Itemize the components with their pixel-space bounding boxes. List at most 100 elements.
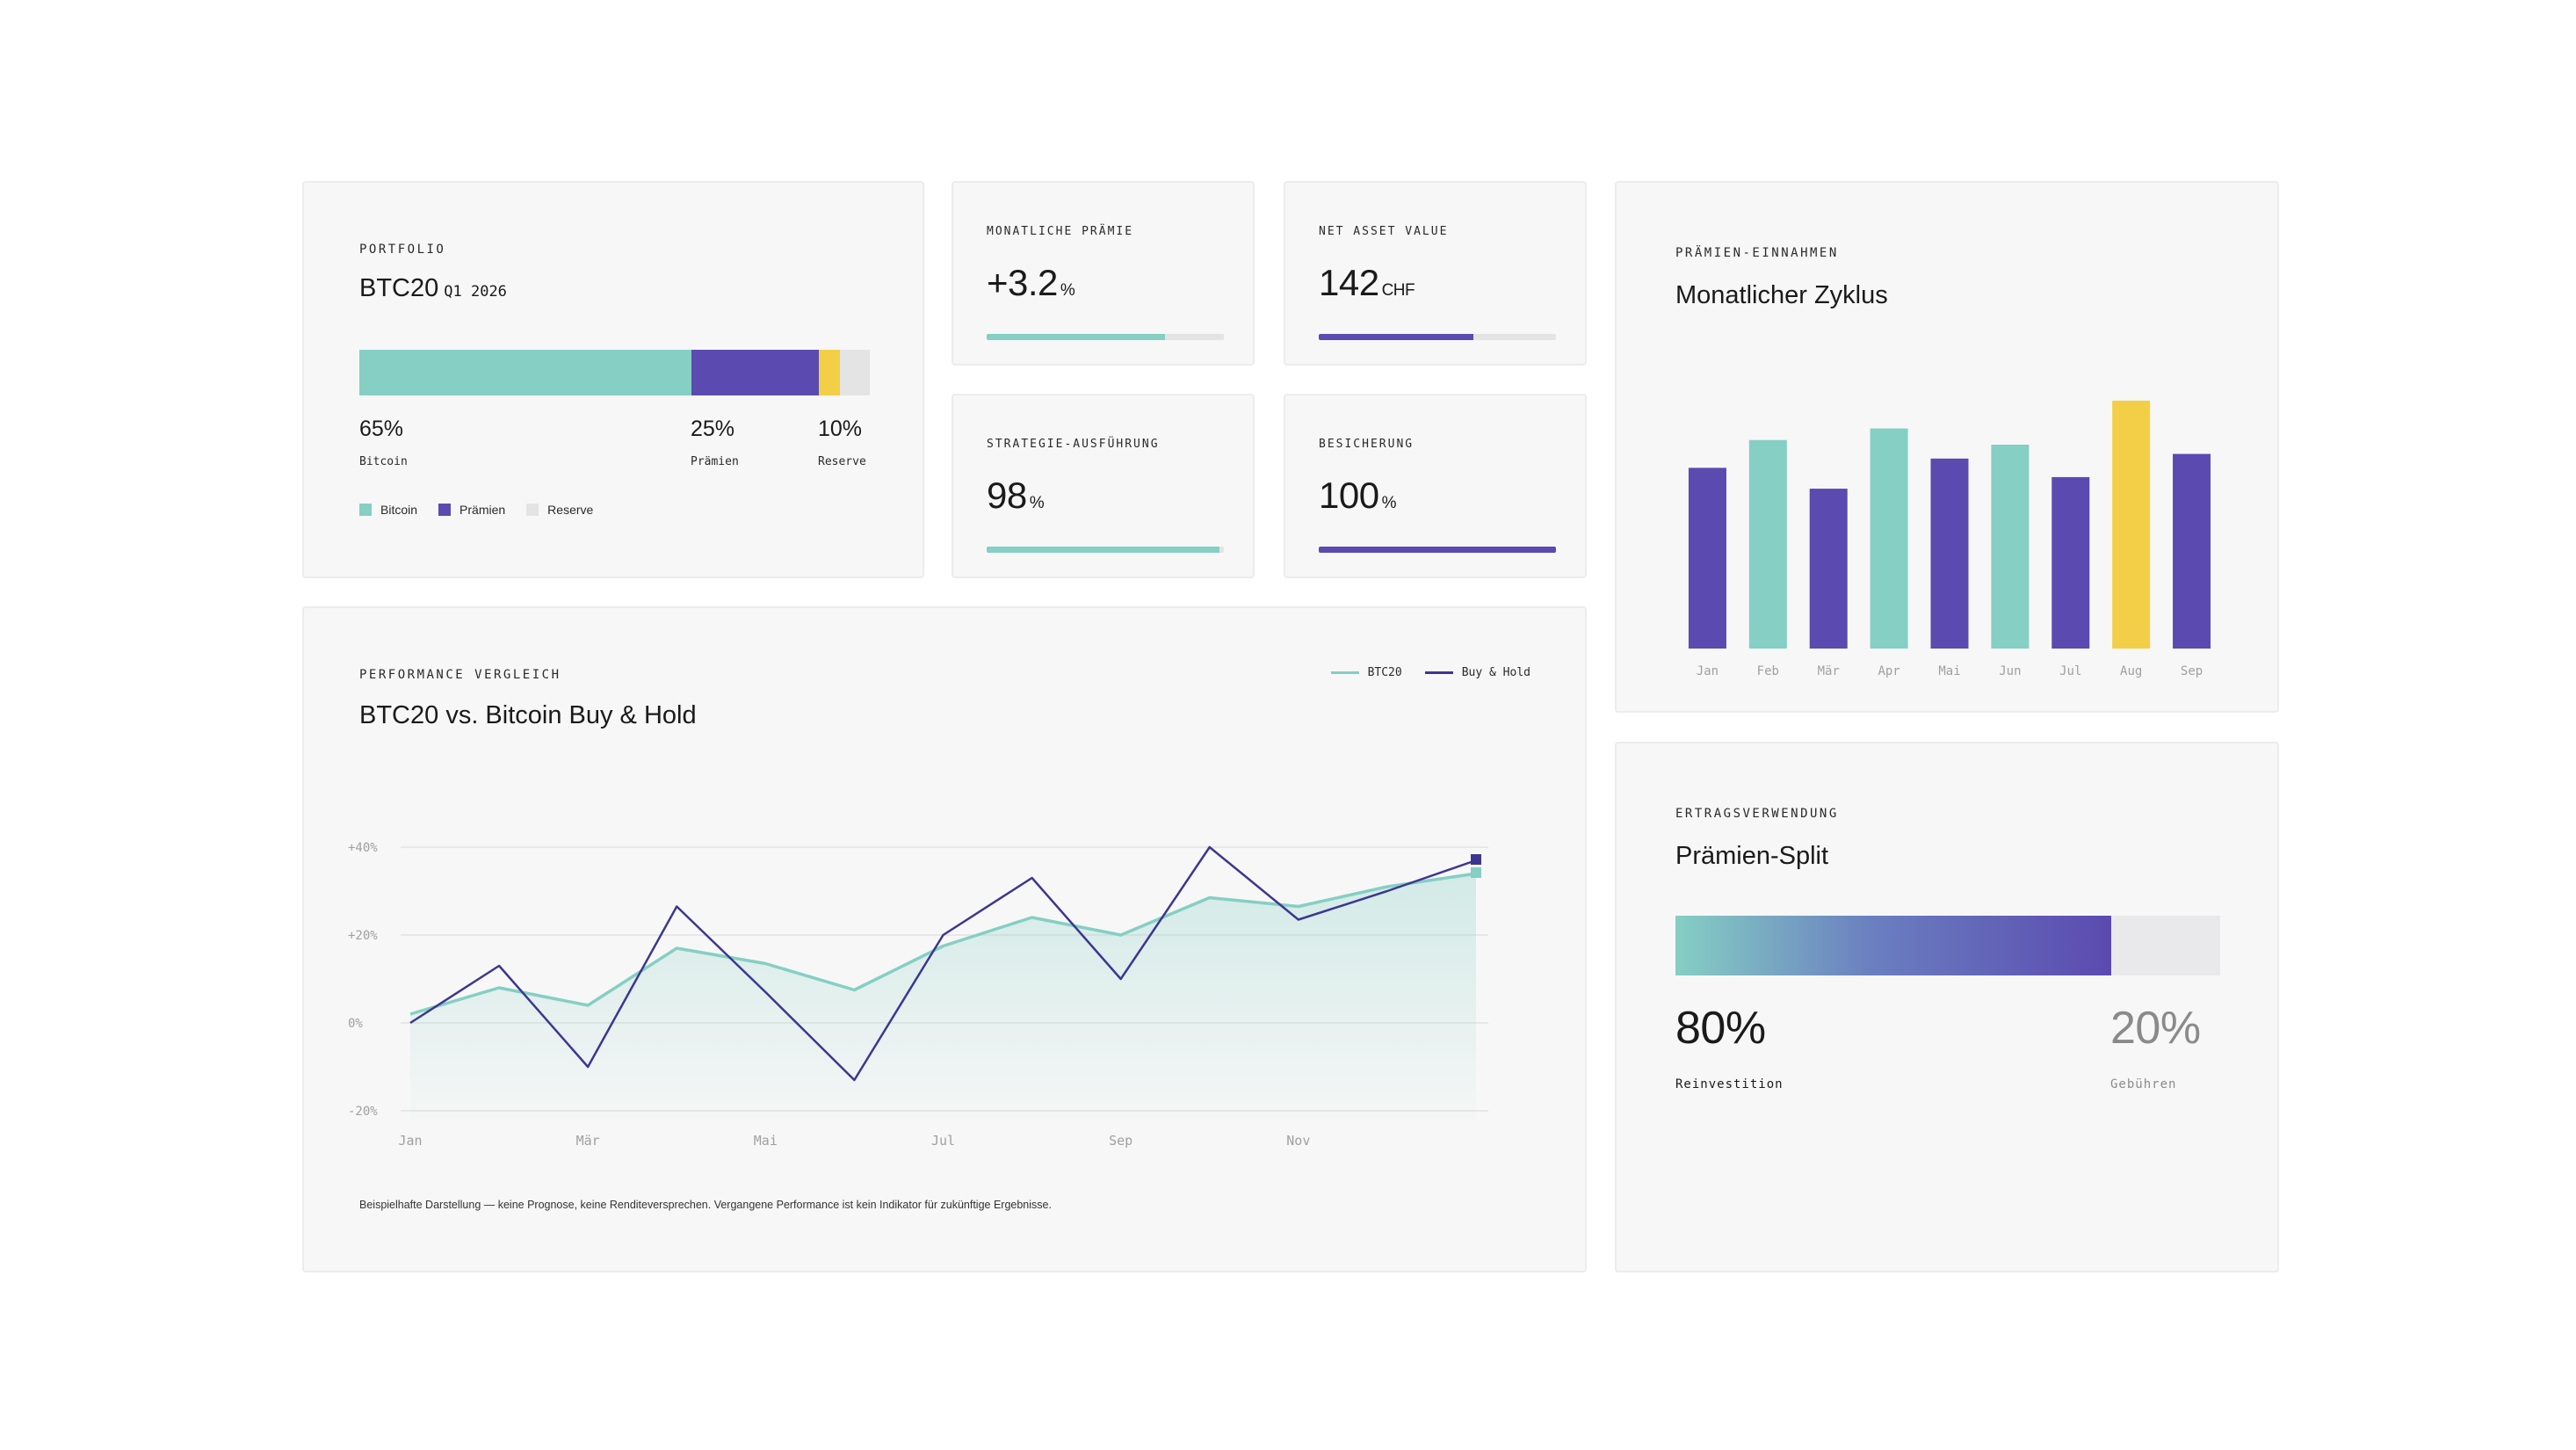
legend-swatch-bitcoin xyxy=(359,504,372,516)
btc20-end-marker xyxy=(1471,867,1481,878)
fees-label: Gebühren xyxy=(2110,1077,2177,1091)
premium-income-card: PRÄMIEN-EINNAHMEN Monatlicher Zyklus Jan… xyxy=(1615,181,2279,713)
bar-sep xyxy=(2173,453,2211,649)
bar-jan xyxy=(1688,468,1726,649)
kpi-progress-fill xyxy=(987,547,1219,553)
bar-aug xyxy=(2112,400,2151,649)
kpi-unit: % xyxy=(1060,281,1075,300)
portfolio-title: BTC20 Q1 2026 xyxy=(359,274,507,303)
bar-feb xyxy=(1748,439,1787,649)
bar-jul xyxy=(2051,476,2090,649)
legend-line-buyhold xyxy=(1424,671,1453,674)
y-tick-label: -20% xyxy=(348,1105,378,1119)
x-tick-label: Mai xyxy=(754,1133,778,1149)
portfolio-legend: Bitcoin Prämien Reserve xyxy=(359,503,614,517)
kpi-value: 98% xyxy=(987,475,1045,517)
y-tick-label: 0% xyxy=(348,1017,363,1031)
kpi-progress-fill xyxy=(1319,334,1473,340)
bar-label-mai: Mai xyxy=(1938,664,1960,678)
allocation-segment-praemien xyxy=(691,350,819,395)
kpi-card-monthly-premium: MONATLICHE PRÄMIE +3.2% xyxy=(952,181,1255,366)
reserve-pct: 10% xyxy=(818,417,863,441)
kpi-number: 98 xyxy=(987,475,1027,516)
performance-disclaimer: Beispielhafte Darstellung — keine Progno… xyxy=(359,1199,1052,1211)
kpi-label: BESICHERUNG xyxy=(1319,438,1415,451)
legend-label-praemien: Prämien xyxy=(459,503,506,517)
x-tick-label: Nov xyxy=(1286,1133,1310,1149)
kpi-label: MONATLICHE PRÄMIE xyxy=(987,225,1134,238)
y-tick-label: +40% xyxy=(348,841,378,855)
kpi-progress-track xyxy=(1319,547,1556,553)
btc20-area xyxy=(410,874,1476,1120)
praemien-pct-label: Prämien xyxy=(691,455,739,468)
bar-mai xyxy=(1930,458,1969,649)
performance-line-chart: +40% +20% 0% -20% Jan Mär Mai Jul Sep Nov xyxy=(348,841,1488,1149)
reserve-pct-label: Reserve xyxy=(818,455,866,468)
buy-hold-end-marker xyxy=(1471,854,1481,865)
bitcoin-pct-label: Bitcoin xyxy=(359,455,408,468)
bar-label-jun: Jun xyxy=(1999,664,2021,678)
kpi-progress-track xyxy=(987,334,1224,340)
performance-title: BTC20 vs. Bitcoin Buy & Hold xyxy=(359,701,697,729)
portfolio-allocation-bar xyxy=(359,350,870,395)
legend-item-bitcoin: Bitcoin xyxy=(359,503,417,517)
bar-label-jan: Jan xyxy=(1697,664,1719,678)
bar-label-aug: Aug xyxy=(2120,664,2142,678)
kpi-progress-fill xyxy=(1319,547,1556,553)
reinvest-label: Reinvestition xyxy=(1675,1077,1784,1091)
legend-line-btc20 xyxy=(1330,671,1359,674)
bar-label-jul: Jul xyxy=(2059,664,2081,678)
kpi-value: +3.2% xyxy=(987,262,1075,304)
legend-label-btc20: BTC20 xyxy=(1367,666,1402,679)
kpi-card-collateral: BESICHERUNG 100% xyxy=(1284,394,1587,578)
legend-label-buyhold: Buy & Hold xyxy=(1461,666,1530,679)
kpi-number: 100 xyxy=(1319,475,1379,516)
portfolio-title-suffix: Q1 2026 xyxy=(444,283,507,301)
kpi-progress-track xyxy=(987,547,1224,553)
fees-pct: 20% xyxy=(2110,1003,2201,1054)
kpi-card-nav: NET ASSET VALUE 142 CHF xyxy=(1284,181,1587,366)
legend-swatch-praemien xyxy=(438,504,452,516)
x-tick-label: Mär xyxy=(576,1133,600,1149)
x-tick-label: Jan xyxy=(398,1133,422,1149)
allocation-segment-bitcoin xyxy=(359,350,691,395)
portfolio-card: PORTFOLIO BTC20 Q1 2026 65% Bitcoin 25% P… xyxy=(302,181,924,578)
bar-label-apr: Apr xyxy=(1878,664,1899,678)
performance-legend: BTC20 Buy & Hold xyxy=(1330,666,1530,679)
bar-mär xyxy=(1809,489,1848,649)
legend-swatch-reserve xyxy=(526,504,539,516)
split-bar-fill xyxy=(1675,916,2111,975)
premium-bar-chart: Jan Feb Mär Apr Mai Jun Jul Aug Sep xyxy=(1688,400,2211,678)
kpi-card-strategy: STRATEGIE-AUSFÜHRUNG 98% xyxy=(952,394,1255,578)
legend-item-praemien: Prämien xyxy=(438,503,505,517)
kpi-label: STRATEGIE-AUSFÜHRUNG xyxy=(987,438,1160,451)
legend-label-reserve: Reserve xyxy=(547,503,594,517)
bar-label-sep: Sep xyxy=(2181,664,2203,678)
kpi-progress-track xyxy=(1319,334,1556,340)
kpi-unit: % xyxy=(1029,494,1045,512)
kpi-progress-fill xyxy=(987,334,1165,340)
legend-item-reserve: Reserve xyxy=(526,503,593,517)
reserve-accent xyxy=(818,350,841,395)
kpi-value: 142 CHF xyxy=(1319,262,1415,304)
premium-income-title: Monatlicher Zyklus xyxy=(1675,281,1888,309)
bar-label-feb: Feb xyxy=(1757,664,1779,678)
split-eyebrow: ERTRAGSVERWENDUNG xyxy=(1675,807,1839,821)
kpi-label: NET ASSET VALUE xyxy=(1319,225,1449,238)
kpi-unit: CHF xyxy=(1381,281,1415,300)
kpi-unit: % xyxy=(1381,494,1397,512)
reinvest-pct: 80% xyxy=(1675,1003,1766,1054)
split-bar xyxy=(1675,916,2220,975)
x-tick-label: Sep xyxy=(1109,1133,1132,1149)
y-tick-label: +20% xyxy=(348,929,378,943)
bar-jun xyxy=(1991,445,2030,649)
performance-card: PERFORMANCE VERGLEICH BTC20 vs. Bitcoin … xyxy=(302,606,1587,1272)
kpi-value: 100% xyxy=(1319,475,1396,517)
kpi-number: 142 xyxy=(1319,262,1379,303)
allocation-segment-reserve xyxy=(818,350,870,395)
premium-income-eyebrow: PRÄMIEN-EINNAHMEN xyxy=(1675,246,1839,260)
split-card: ERTRAGSVERWENDUNG Prämien-Split 80% Rein… xyxy=(1615,742,2279,1272)
split-title: Prämien-Split xyxy=(1675,842,1829,870)
portfolio-title-main: BTC20 xyxy=(359,274,439,302)
bar-apr xyxy=(1870,428,1908,649)
